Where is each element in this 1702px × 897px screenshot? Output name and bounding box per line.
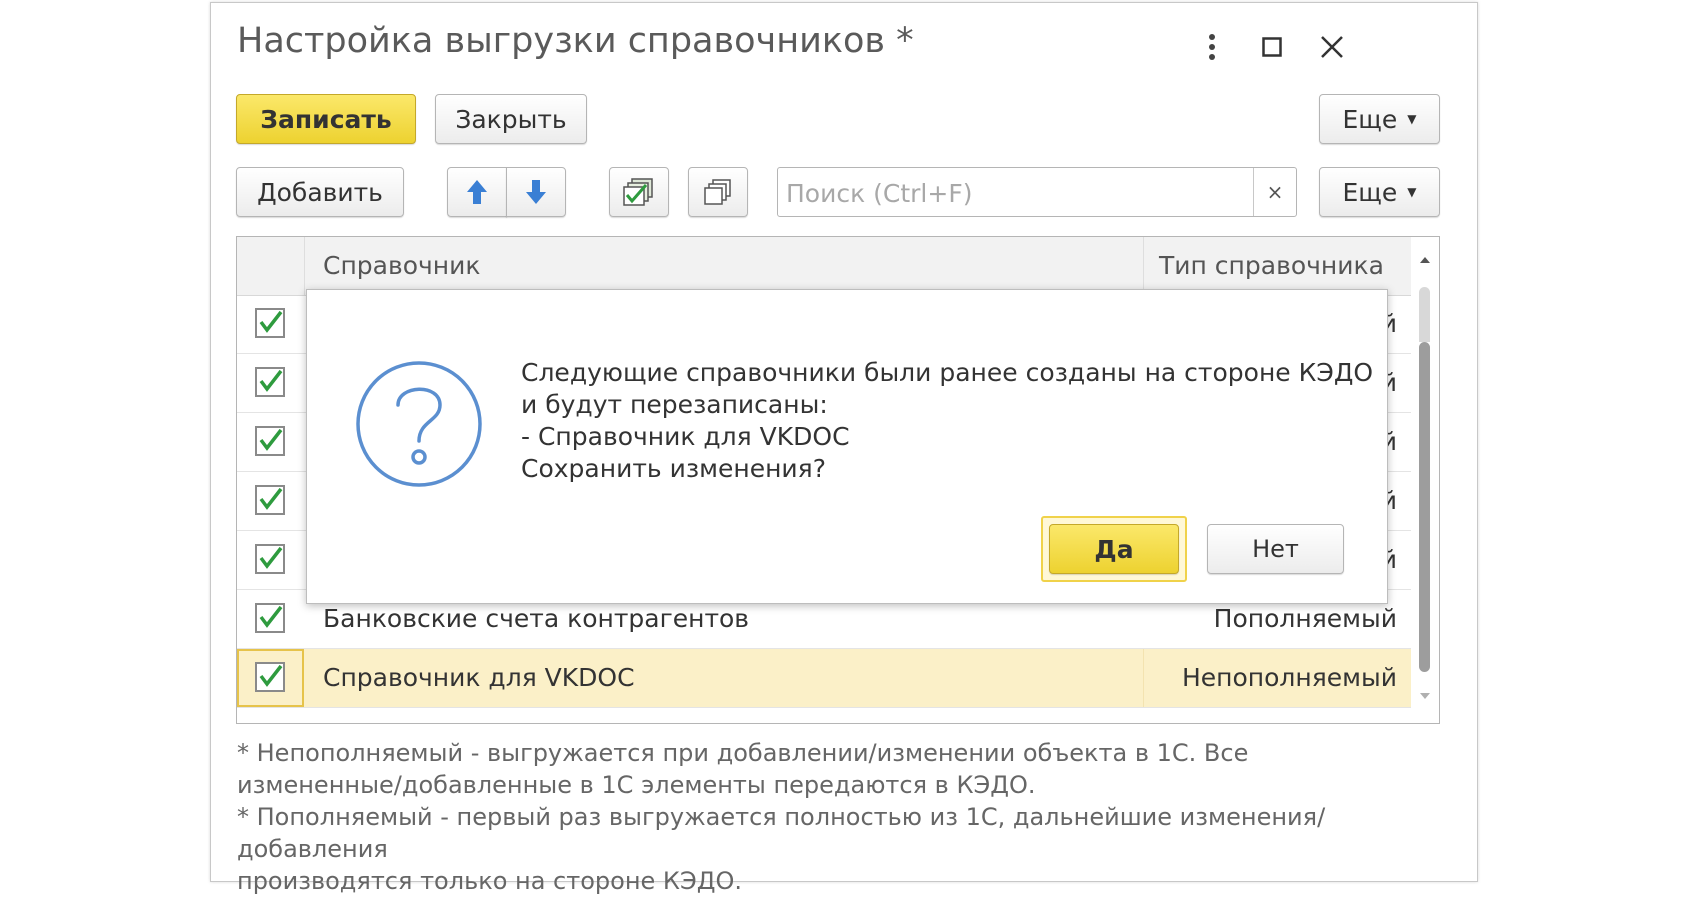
row-checkbox[interactable] <box>255 426 285 456</box>
more-label: Еще <box>1342 104 1398 134</box>
uncheck-all-button[interactable] <box>688 167 748 217</box>
row-checkbox[interactable] <box>255 603 285 633</box>
checkmark-icon <box>259 664 283 687</box>
row-checkbox[interactable] <box>255 485 285 515</box>
maximize-icon[interactable] <box>1252 27 1292 67</box>
column-header-type[interactable]: Тип справочника <box>1159 237 1384 295</box>
question-icon <box>356 361 482 487</box>
dialog-line: и будут перезаписаны: <box>521 390 828 419</box>
dialog-line: - Справочник для VKDOC <box>521 422 850 451</box>
table-header: Справочник Тип справочника <box>237 237 1413 296</box>
footnote-line: производятся только на стороне КЭДО. <box>237 867 742 895</box>
checkmark-icon <box>259 310 283 333</box>
scroll-down-icon <box>1420 693 1430 699</box>
checkmark-icon <box>259 605 283 628</box>
save-button[interactable]: Записать <box>236 94 416 144</box>
dialog-line: Следующие справочники были ранее созданы… <box>521 358 1374 387</box>
row-checkbox[interactable] <box>255 544 285 574</box>
more-label: Еще <box>1342 177 1398 207</box>
table-row-selected[interactable]: Справочник для VKDOC Непополняемый <box>237 649 1413 708</box>
column-divider <box>1143 649 1144 707</box>
row-name: Справочник для VKDOC <box>323 663 635 692</box>
column-header-catalog[interactable]: Справочник <box>323 237 480 295</box>
scrollbar-thumb[interactable] <box>1419 342 1430 672</box>
move-up-button[interactable] <box>447 167 507 217</box>
caret-down-icon: ▼ <box>1407 112 1417 126</box>
footnotes: * Непополняемый - выгружается при добавл… <box>237 737 1457 897</box>
row-type: Непополняемый <box>1181 663 1397 692</box>
confirm-dialog: Следующие справочники были ранее созданы… <box>306 289 1388 604</box>
move-down-button[interactable] <box>506 167 566 217</box>
scroll-up-icon <box>1420 257 1430 263</box>
uncheck-all-icon <box>704 179 731 205</box>
footnote-line: * Пополняемый - первый раз выгружается п… <box>237 803 1326 863</box>
row-checkbox[interactable] <box>255 308 285 338</box>
dialog-message: Следующие справочники были ранее созданы… <box>521 357 1373 485</box>
footnote-line: * Непополняемый - выгружается при добавл… <box>237 739 1249 767</box>
caret-down-icon: ▼ <box>1407 185 1417 199</box>
more-button-list[interactable]: Еще ▼ <box>1319 167 1440 217</box>
yes-button[interactable]: Да <box>1049 524 1179 574</box>
scrollbar-track <box>1419 287 1430 342</box>
add-button[interactable]: Добавить <box>236 167 404 217</box>
more-actions-icon[interactable] <box>1192 27 1232 67</box>
search-input[interactable] <box>784 174 1228 212</box>
more-button-top[interactable]: Еще ▼ <box>1319 94 1440 144</box>
check-all-button[interactable] <box>609 167 669 217</box>
vertical-scrollbar[interactable] <box>1411 237 1439 723</box>
search-field[interactable]: × <box>777 167 1297 217</box>
footnote-line: измененные/добавленные в 1С элементы пер… <box>237 771 1036 799</box>
no-button[interactable]: Нет <box>1207 524 1344 574</box>
arrow-up-icon <box>467 180 487 204</box>
row-checkbox[interactable] <box>255 367 285 397</box>
close-button[interactable]: Закрыть <box>435 94 587 144</box>
check-all-icon <box>623 178 653 206</box>
dialog-line: Сохранить изменения? <box>521 454 826 483</box>
checkmark-icon <box>259 546 283 569</box>
arrow-down-icon <box>526 180 546 204</box>
checkmark-icon <box>259 428 283 451</box>
row-checkbox[interactable] <box>255 662 285 692</box>
checkmark-icon <box>259 487 283 510</box>
checkmark-icon <box>259 369 283 392</box>
close-icon[interactable] <box>1312 27 1352 67</box>
window-title: Настройка выгрузки справочников * <box>237 21 914 61</box>
column-divider <box>304 237 305 295</box>
column-divider <box>1143 237 1144 295</box>
clear-search-button[interactable]: × <box>1253 168 1296 216</box>
